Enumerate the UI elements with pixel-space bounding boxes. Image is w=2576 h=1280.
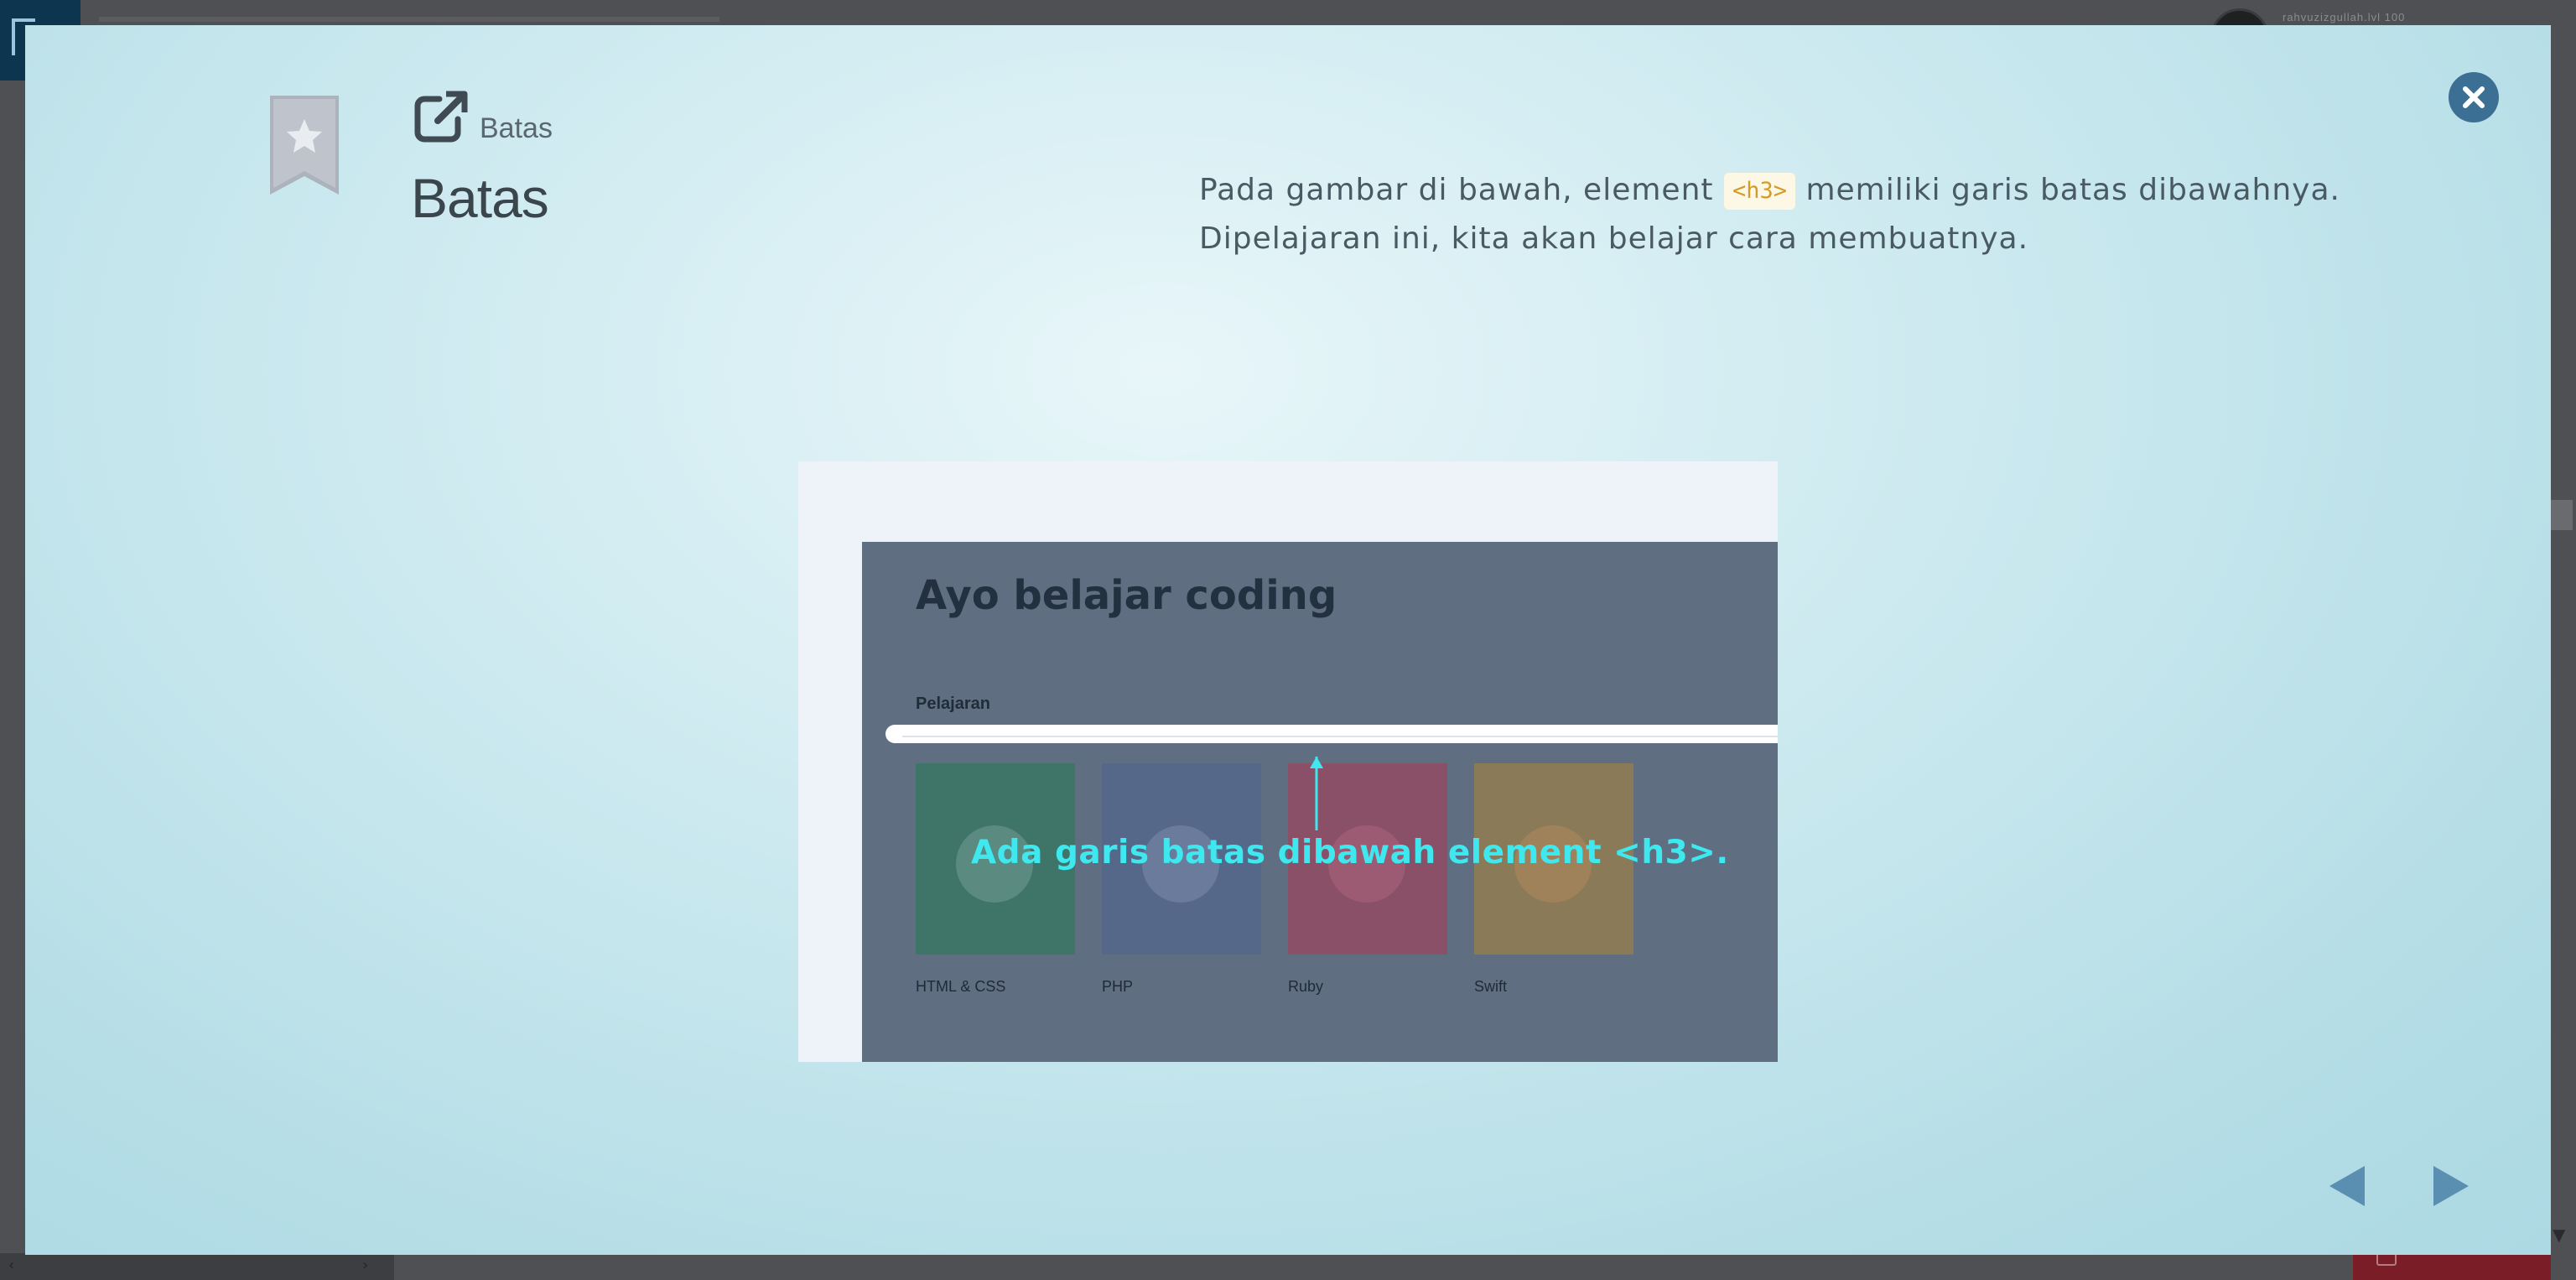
chevron-left-icon: ‹ <box>8 1257 15 1274</box>
arrow-up-icon <box>1308 755 1325 832</box>
h3-border-line <box>886 725 1778 743</box>
illustration-screen: Ayo belajar coding Pelajaran HTML & CSS … <box>862 542 1778 1062</box>
code-snippet: <h3> <box>1723 173 1795 210</box>
description-text: memiliki garis batas dibawahnya. <box>1805 173 2340 207</box>
scroll-down-arrow-icon: ▼ <box>2553 1225 2566 1245</box>
bookmark-star-icon[interactable] <box>268 96 340 195</box>
course-label: Swift <box>1474 978 1508 995</box>
scrollbar-thumb <box>2551 500 2573 530</box>
lesson-modal: Batas Batas Pada gambar di bawah, elemen… <box>25 25 2551 1255</box>
external-link-icon[interactable] <box>413 89 470 144</box>
illustration-heading: Ayo belajar coding <box>916 572 1337 619</box>
description-text: Dipelajaran ini, kita akan belajar cara … <box>1199 221 2029 256</box>
course-label: PHP <box>1102 978 1134 995</box>
course-label: HTML & CSS <box>916 978 1006 995</box>
course-label: Ruby <box>1288 978 1324 995</box>
page-title: Batas <box>411 167 549 229</box>
lesson-description: Pada gambar di bawah, element <h3> memil… <box>1199 166 2373 263</box>
background-topbar <box>99 17 719 22</box>
chevron-right-icon: › <box>362 1257 369 1274</box>
close-button[interactable] <box>2449 72 2499 122</box>
breadcrumb: Batas <box>480 112 553 144</box>
user-name: rahvuzizgullah.lvl 100 <box>2283 11 2406 23</box>
next-arrow-icon[interactable] <box>2432 1164 2470 1208</box>
illustration-annotation: Ada garis batas dibawah element <h3>. <box>971 834 1729 872</box>
description-text: Pada gambar di bawah, element <box>1199 173 1714 207</box>
close-icon <box>2463 86 2485 108</box>
illustration-subheading: Pelajaran <box>916 695 990 713</box>
previous-arrow-icon[interactable] <box>2328 1164 2366 1208</box>
background-bottom-bar: ‹ › <box>0 1253 394 1280</box>
lesson-illustration: Ayo belajar coding Pelajaran HTML & CSS … <box>798 461 1778 1062</box>
